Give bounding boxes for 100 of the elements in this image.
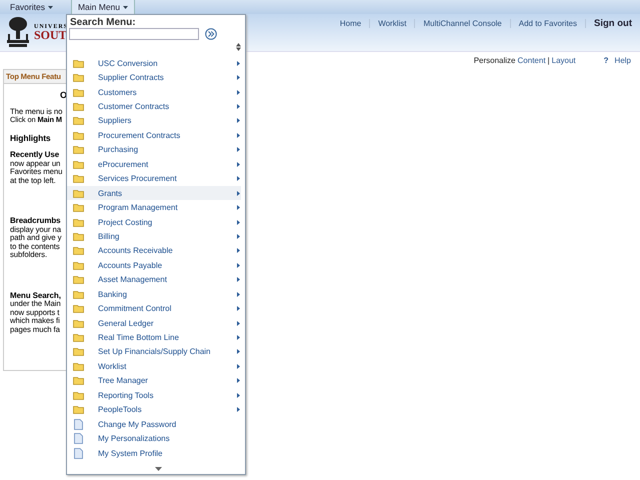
menu-item[interactable]: Change My Password xyxy=(67,416,241,432)
submenu-arrow-icon xyxy=(237,407,240,412)
menu-item[interactable]: My System Profile xyxy=(67,446,241,460)
folder-icon xyxy=(73,362,84,371)
search-field[interactable] xyxy=(69,28,199,40)
separator-text: | xyxy=(548,56,550,64)
submenu-arrow-icon xyxy=(237,90,240,95)
menu-item[interactable]: Customers xyxy=(67,84,241,100)
menu-tab[interactable]: Favorites xyxy=(4,0,59,14)
pagelet-text: Menu Search, xyxy=(10,292,61,300)
nav-link[interactable]: Add to Favorites xyxy=(510,18,585,28)
caret-icon xyxy=(123,6,128,8)
submenu-arrow-icon xyxy=(237,349,240,354)
submenu-arrow-icon xyxy=(237,234,240,239)
pagelet-text: Recently Use xyxy=(10,151,60,160)
menu-item[interactable]: Real Time Bottom Line xyxy=(67,330,241,345)
submenu-arrow-icon xyxy=(237,75,240,80)
submenu-arrow-icon xyxy=(237,176,240,182)
folder-icon xyxy=(73,102,84,112)
pagelet-text: Highlights xyxy=(10,134,51,142)
menu-item[interactable]: USC Conversion xyxy=(67,56,241,70)
submenu-arrow-icon xyxy=(237,364,240,369)
content-link[interactable]: Content xyxy=(518,56,546,64)
folder-icon xyxy=(73,260,84,270)
menu-item[interactable]: Commitment Control xyxy=(67,301,241,316)
menu-item[interactable]: My Personalizations xyxy=(67,431,241,446)
document-icon xyxy=(73,433,84,444)
menu-item[interactable]: PeopleTools xyxy=(67,402,241,417)
nav-link[interactable]: Home xyxy=(332,18,370,28)
nav-link[interactable]: MultiChannel Console xyxy=(415,18,510,28)
folder-icon xyxy=(73,333,84,342)
folder-icon xyxy=(73,405,84,414)
submenu-arrow-icon xyxy=(237,118,240,124)
folder-icon xyxy=(73,275,84,284)
menu-item[interactable]: Asset Management xyxy=(67,272,241,287)
submenu-arrow-icon xyxy=(237,277,240,282)
nav-link[interactable]: Worklist xyxy=(370,18,414,28)
caret-icon xyxy=(48,6,53,8)
scroll-down-icon[interactable] xyxy=(154,467,162,471)
nav-link[interactable]: Sign out xyxy=(586,18,634,28)
menu-item[interactable]: Accounts Payable xyxy=(67,258,241,273)
folder-icon xyxy=(73,290,84,299)
help-link[interactable]: Help xyxy=(614,56,631,64)
submenu-arrow-icon xyxy=(237,392,240,398)
menu-item[interactable]: Supplier Contracts xyxy=(67,70,241,85)
submenu-arrow-icon xyxy=(237,60,240,66)
submenu-arrow-icon xyxy=(237,335,240,340)
help-icon: ? xyxy=(604,56,609,64)
submenu-arrow-icon xyxy=(237,262,240,268)
menu-tab[interactable]: Main Menu xyxy=(70,0,136,14)
tree-logo-icon xyxy=(5,16,31,48)
menu-item[interactable]: Program Management xyxy=(67,200,241,215)
menu-item[interactable]: Worklist xyxy=(67,359,241,374)
menu-item[interactable]: Suppliers xyxy=(67,114,241,128)
folder-icon xyxy=(73,145,84,154)
submenu-arrow-icon xyxy=(237,162,240,167)
menu-item[interactable]: Purchasing xyxy=(67,142,241,158)
menu-item[interactable]: Reporting Tools xyxy=(67,388,241,402)
menu-item[interactable]: Billing xyxy=(67,229,241,244)
menu-item[interactable]: Project Costing xyxy=(67,214,241,230)
submenu-arrow-icon xyxy=(237,248,240,254)
folder-icon xyxy=(73,232,84,241)
sort-icon[interactable] xyxy=(236,43,241,51)
submenu-arrow-icon xyxy=(237,190,240,196)
go-button-icon[interactable] xyxy=(205,28,217,40)
folder-icon xyxy=(73,390,84,400)
document-icon xyxy=(73,448,84,459)
menu-item[interactable]: Grants xyxy=(67,186,241,200)
menu-item[interactable]: General Ledger xyxy=(67,316,241,330)
menu-item[interactable]: Customer Contracts xyxy=(67,99,241,114)
personalize-label: Personalize xyxy=(474,56,516,64)
submenu-arrow-icon xyxy=(237,306,240,312)
folder-icon xyxy=(73,318,84,328)
folder-icon xyxy=(73,376,84,386)
submenu-arrow-icon xyxy=(237,104,240,110)
menu-item[interactable]: Procurement Contracts xyxy=(67,128,241,143)
document-icon xyxy=(73,418,84,430)
menu-item[interactable]: Accounts Receivable xyxy=(67,244,241,258)
layout-link[interactable]: Layout xyxy=(552,56,576,64)
menu-item[interactable]: Tree Manager xyxy=(67,374,241,388)
folder-icon xyxy=(73,88,84,97)
submenu-arrow-icon xyxy=(237,132,240,138)
menu-item[interactable]: Services Procurement xyxy=(67,172,241,186)
menu-item[interactable]: eProcurement xyxy=(67,157,241,172)
submenu-arrow-icon xyxy=(237,147,240,152)
folder-icon xyxy=(73,246,84,256)
submenu-arrow-icon xyxy=(237,220,240,225)
search-menu-label: Search Menu: xyxy=(69,16,137,28)
submenu-arrow-icon xyxy=(237,292,240,297)
submenu-arrow-icon xyxy=(237,320,240,326)
folder-icon xyxy=(73,174,84,184)
folder-icon xyxy=(73,73,84,82)
menu-item[interactable]: Set Up Financials/Supply Chain xyxy=(67,344,241,360)
folder-icon xyxy=(73,188,84,198)
folder-icon xyxy=(73,160,84,169)
folder-icon xyxy=(73,218,84,227)
folder-icon xyxy=(73,130,84,140)
menu-item[interactable]: Banking xyxy=(67,287,241,302)
folder-icon xyxy=(73,203,84,212)
logo-text: SOUT xyxy=(34,30,68,40)
